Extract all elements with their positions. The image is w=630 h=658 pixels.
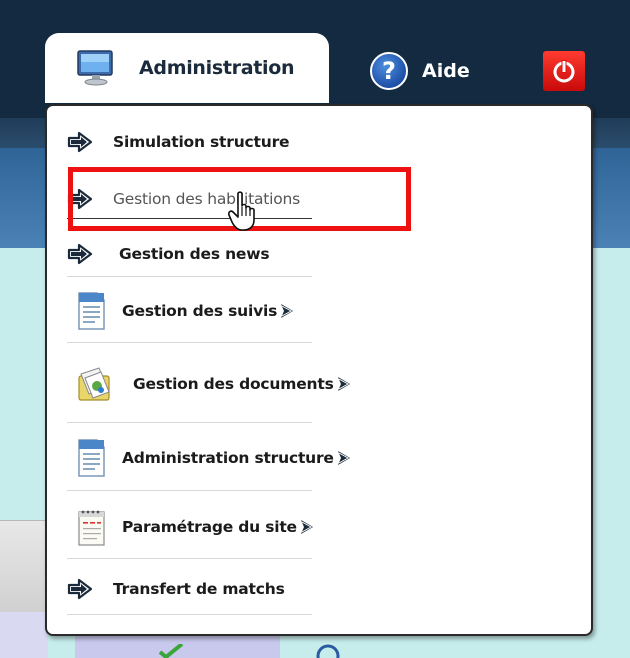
side-panel-lower — [0, 612, 48, 658]
arrow-right-icon — [67, 578, 93, 600]
menu-item-gestion-habilitations[interactable]: Gestion des habilitations — [67, 180, 312, 219]
menu-item-gestion-suivis[interactable]: Gestion des suivis — [67, 280, 312, 343]
menu-item-gestion-news[interactable]: Gestion des news — [67, 232, 312, 277]
arrow-right-icon — [67, 131, 93, 153]
menu-item-simulation-structure[interactable]: Simulation structure — [67, 126, 312, 158]
submenu-arrow-icon — [281, 304, 294, 318]
computer-monitor-icon — [77, 50, 113, 86]
menu-item-label: Gestion des news — [119, 245, 270, 263]
menu-item-gestion-documents[interactable]: Gestion des documents — [67, 346, 350, 423]
submenu-arrow-icon — [337, 377, 350, 391]
menu-item-label: Gestion des habilitations — [113, 190, 301, 208]
menu-item-label: Transfert de matchs — [113, 580, 285, 598]
arrow-right-icon — [67, 188, 93, 210]
submenu-arrow-icon — [300, 520, 313, 534]
menu-item-label: Administration structure — [122, 449, 334, 467]
documents-folder-icon — [78, 367, 110, 401]
aide-menu-tab[interactable]: ? Aide — [370, 51, 470, 91]
menu-item-label: Paramétrage du site — [122, 518, 297, 536]
administration-dropdown-menu: Simulation structure Gestion des habilit… — [45, 104, 593, 636]
help-question-icon: ? — [370, 52, 408, 90]
power-icon — [553, 60, 575, 83]
menu-item-administration-structure[interactable]: Administration structure — [67, 426, 350, 491]
menu-item-parametrage-site[interactable]: Paramétrage du site — [67, 496, 313, 559]
document-icon — [78, 439, 105, 477]
menu-item-transfert-matchs[interactable]: Transfert de matchs — [67, 564, 312, 615]
notepad-icon — [78, 510, 105, 546]
magnifier-icon[interactable] — [310, 642, 350, 658]
administration-label: Administration — [139, 57, 295, 79]
menu-item-label: Gestion des documents — [133, 375, 334, 393]
submenu-arrow-icon — [337, 451, 350, 465]
logout-power-button[interactable] — [543, 51, 585, 91]
administration-menu-tab[interactable]: Administration — [45, 33, 329, 103]
arrow-right-icon — [67, 243, 93, 265]
checkmark-icon[interactable] — [156, 644, 186, 658]
document-icon — [78, 292, 105, 330]
side-panel — [0, 520, 48, 613]
menu-item-label: Gestion des suivis — [122, 302, 278, 320]
aide-label: Aide — [422, 60, 470, 82]
menu-item-label: Simulation structure — [113, 133, 290, 151]
